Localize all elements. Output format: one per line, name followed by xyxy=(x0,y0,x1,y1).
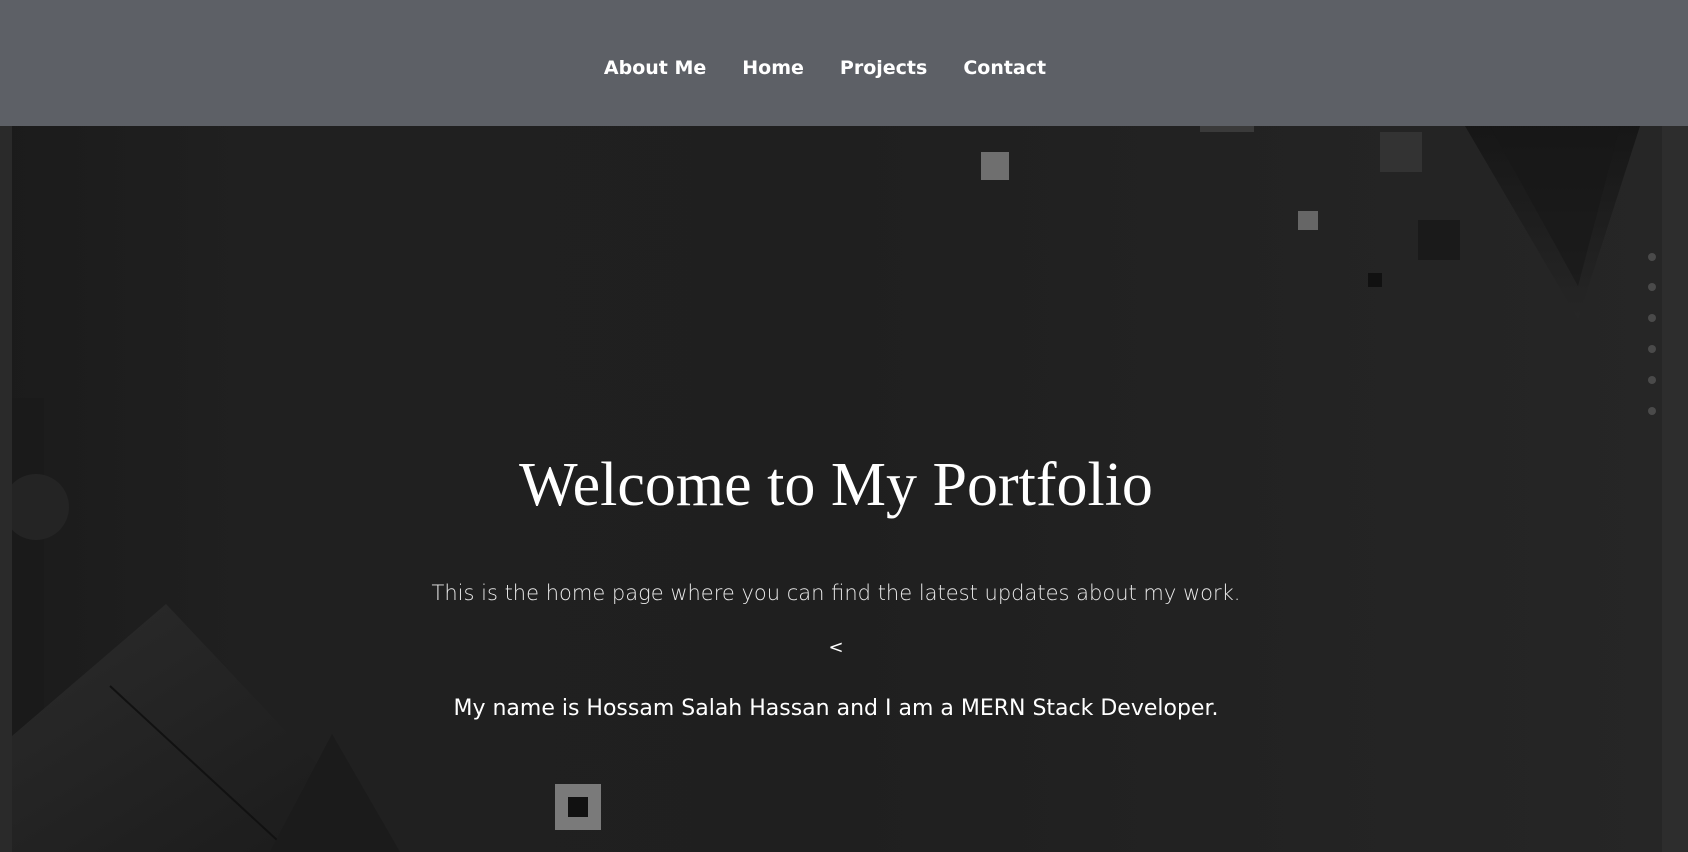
nav-link-projects[interactable]: Projects xyxy=(840,57,927,79)
square-shape xyxy=(1418,220,1460,260)
square-shape-bottom-inner xyxy=(568,797,588,817)
dot-shape xyxy=(1648,314,1656,322)
nav-item-about: About Me xyxy=(586,54,724,82)
code-symbol-text: < xyxy=(828,637,844,658)
dot-shape xyxy=(1648,376,1656,384)
dot-shape xyxy=(1648,345,1656,353)
square-shape xyxy=(1298,211,1318,230)
nav-menu: About Me Home Projects Contact xyxy=(0,54,1669,82)
nav-item-projects: Projects xyxy=(822,54,945,82)
dot-shape xyxy=(1648,407,1656,415)
top-navbar: About Me Home Projects Contact xyxy=(0,0,1688,126)
square-shape xyxy=(1200,126,1254,132)
dot-shape xyxy=(1648,283,1656,291)
square-shape xyxy=(1368,273,1382,287)
hero-subtitle: This is the home page where you can find… xyxy=(431,581,1241,605)
nav-link-home[interactable]: Home xyxy=(742,57,804,79)
hero-intro-text: My name is Hossam Salah Hassan and I am … xyxy=(453,696,1219,721)
dot-shape xyxy=(1648,253,1656,261)
square-shape xyxy=(1380,132,1422,172)
page-title: Welcome to My Portfolio xyxy=(519,451,1153,519)
nav-link-about-me[interactable]: About Me xyxy=(604,57,706,79)
square-shape xyxy=(981,152,1009,180)
nav-link-contact[interactable]: Contact xyxy=(963,57,1046,79)
nav-item-contact: Contact xyxy=(945,54,1064,82)
portfolio-page: About Me Home Projects Contact Welcome t… xyxy=(0,0,1688,852)
nav-item-home: Home xyxy=(724,54,822,82)
